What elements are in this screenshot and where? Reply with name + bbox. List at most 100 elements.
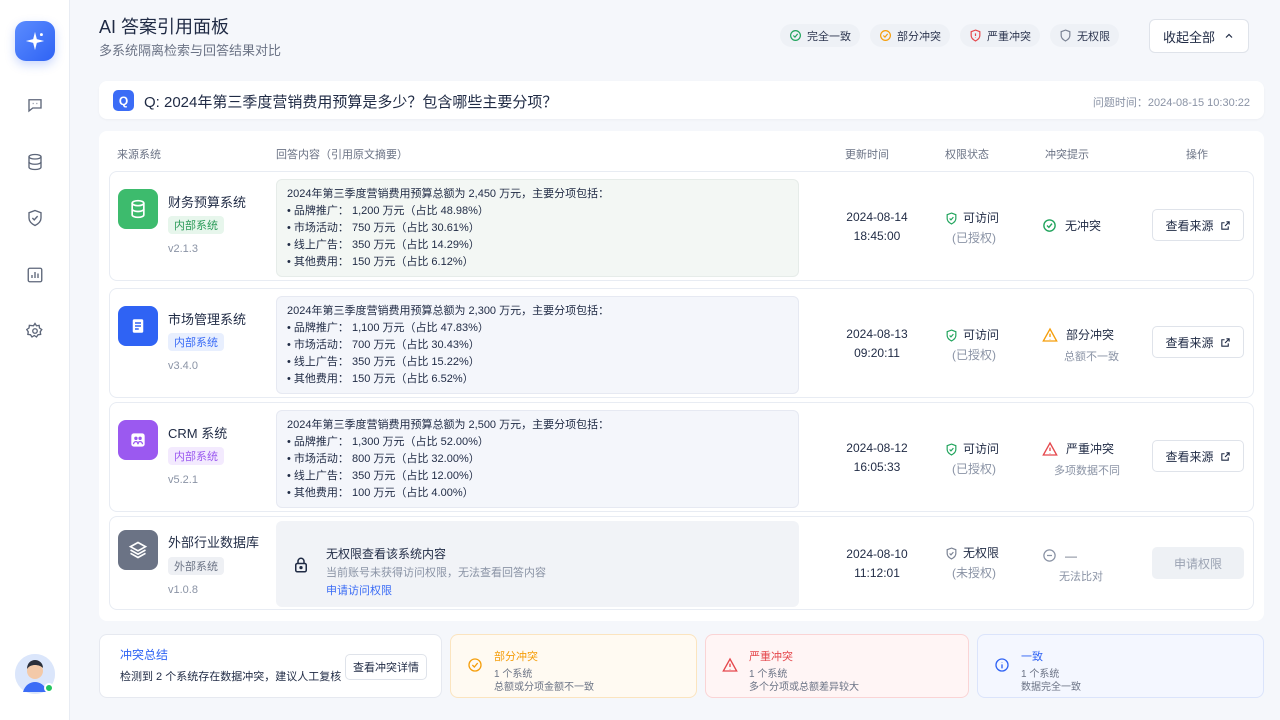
document-icon — [118, 306, 158, 346]
page-title: AI 答案引用面板 — [99, 17, 230, 37]
request-access-link[interactable]: 申请访问权限 — [326, 582, 392, 598]
shield-check-icon — [946, 328, 957, 342]
answer-line: • 线上广告： 350 万元（占比 12.00%） — [287, 470, 480, 482]
update-clock: 09:20:11 — [854, 346, 900, 360]
lock-icon — [292, 556, 310, 579]
stat-card-consistent: 一致 1 个系统 数据完全一致 — [977, 634, 1264, 698]
sidebar — [0, 0, 70, 720]
chart-icon[interactable] — [23, 263, 47, 287]
collapse-all-button[interactable]: 收起全部 — [1149, 19, 1249, 53]
column-header-permission: 权限状态 — [945, 149, 989, 161]
view-source-label: 查看来源 — [1165, 335, 1214, 350]
user-avatar[interactable] — [15, 654, 55, 694]
permission-label: 可访问 — [963, 442, 1000, 456]
stat-title: 严重冲突 — [749, 651, 793, 663]
permission-status: 无权限 (未授权) — [945, 543, 1015, 583]
conflict-sub: 无法比对 — [1059, 571, 1103, 583]
question-bar: Q Q: 2024年第三季度营销费用预算是多少？包含哪些主要分项？ 问题时间：2… — [99, 81, 1264, 119]
check-circle-icon — [790, 30, 801, 41]
permission-label: 可访问 — [963, 328, 1000, 342]
conflict-status: 部分冲突 总额不一致 — [1042, 326, 1152, 364]
answer-line: • 市场活动： 700 万元（占比 30.43%） — [287, 339, 480, 351]
shield-check-icon — [946, 211, 957, 225]
locked-title: 无权限查看该系统内容 — [326, 547, 447, 561]
shield-check-icon — [946, 442, 957, 456]
answer-line: • 其他费用： 100 万元（占比 4.00%） — [287, 487, 474, 499]
system-tag: 内部系统 — [168, 216, 224, 234]
update-date: 2024-08-10 — [846, 547, 908, 561]
system-name: 市场管理系统 — [168, 312, 247, 327]
conflict-summary: 冲突总结 检测到 2 个系统存在数据冲突，建议人工复核 查看冲突详情 — [99, 634, 442, 698]
answer-line: • 品牌推广： 1,200 万元（占比 48.98%） — [287, 205, 489, 217]
view-source-button[interactable]: 查看来源 — [1152, 326, 1244, 358]
table-row: 市场管理系统 内部系统 v3.4.0 2024年第三季度营销费用预算总额为 2,… — [109, 288, 1254, 398]
system-tag: 外部系统 — [168, 557, 224, 575]
summary-title: 冲突总结 — [120, 648, 169, 662]
external-link-icon — [1220, 451, 1230, 461]
answer-line: • 市场活动： 750 万元（占比 30.61%） — [287, 222, 480, 234]
minus-circle-icon — [1043, 549, 1056, 562]
stat-card-partial: 部分冲突 1 个系统 总额或分项金额不一致 — [450, 634, 697, 698]
view-conflict-details-button[interactable]: 查看冲突详情 — [345, 654, 427, 680]
update-time: 2024-08-10 11:12:01 — [810, 545, 944, 583]
answer-line: 2024年第三季度营销费用预算总额为 2,500 万元，主要分项包括： — [287, 419, 610, 431]
stat-desc: 数据完全一致 — [1021, 682, 1081, 693]
external-link-icon — [1220, 220, 1230, 230]
update-date: 2024-08-14 — [846, 210, 908, 224]
table-row: 财务预算系统 内部系统 v2.1.3 2024年第三季度营销费用预算总额为 2,… — [109, 171, 1254, 281]
shield-icon — [1060, 29, 1071, 42]
answer-content: 2024年第三季度营销费用预算总额为 2,300 万元，主要分项包括： • 品牌… — [276, 296, 799, 394]
system-version: v1.0.8 — [168, 584, 198, 596]
conflict-label: 无冲突 — [1065, 219, 1102, 233]
permission-label: 可访问 — [963, 211, 1000, 225]
online-status-dot — [44, 683, 54, 693]
update-clock: 18:45:00 — [853, 229, 901, 243]
system-version: v5.2.1 — [168, 474, 198, 486]
alert-shield-icon — [970, 29, 981, 42]
legend-label: 严重冲突 — [987, 30, 1031, 43]
locked-desc: 当前账号未获得访问权限，无法查看回答内容 — [326, 567, 546, 579]
permission-sub: (已授权) — [952, 231, 996, 245]
system-tag: 内部系统 — [168, 333, 224, 351]
stat-desc: 总额或分项金额不一致 — [494, 682, 594, 693]
column-header-answer: 回答内容（引用原文摘要） — [276, 149, 408, 161]
conflict-label: 部分冲突 — [1066, 328, 1115, 342]
sparkle-logo-icon[interactable] — [15, 21, 55, 61]
legend-consistent: 完全一致 — [780, 24, 860, 47]
shield-check-icon[interactable] — [23, 206, 47, 230]
conflict-sub: 总额不一致 — [1064, 351, 1119, 363]
update-date: 2024-08-13 — [846, 327, 908, 341]
question-text: Q: 2024年第三季度营销费用预算是多少？包含哪些主要分项？ — [144, 94, 558, 111]
permission-sub: (已授权) — [952, 348, 996, 362]
update-time: 2024-08-13 09:20:11 — [810, 325, 944, 363]
stat-title: 部分冲突 — [494, 651, 538, 663]
warning-triangle-icon — [1042, 327, 1058, 342]
answer-content: 2024年第三季度营销费用预算总额为 2,500 万元，主要分项包括： • 品牌… — [276, 410, 799, 508]
request-permission-button[interactable]: 申请权限 — [1152, 547, 1244, 579]
collapse-label: 收起全部 — [1162, 29, 1215, 45]
legend-label: 部分冲突 — [897, 30, 941, 43]
page-subtitle: 多系统隔离检索与回答结果对比 — [99, 43, 282, 58]
database-icon[interactable] — [23, 150, 47, 174]
view-source-button[interactable]: 查看来源 — [1152, 440, 1244, 472]
question-time: 问题时间：2024-08-15 10:30:22 — [1092, 97, 1250, 109]
conflict-label: — — [1065, 548, 1077, 563]
conflict-status: — 无法比对 — [1042, 548, 1152, 584]
info-icon — [994, 657, 1010, 678]
summary-desc: 检测到 2 个系统存在数据冲突，建议人工复核 — [120, 671, 342, 683]
stat-desc: 多个分项或总额差异较大 — [749, 682, 859, 693]
gear-icon[interactable] — [23, 319, 47, 343]
chat-icon[interactable] — [23, 93, 47, 117]
conflict-sub: 多项数据不同 — [1054, 465, 1120, 477]
answers-table: 来源系统 回答内容（引用原文摘要） 更新时间 权限状态 冲突提示 操作 财务预算… — [99, 131, 1264, 621]
answer-line: 2024年第三季度营销费用预算总额为 2,300 万元，主要分项包括： — [287, 305, 610, 317]
warning-circle-icon — [467, 657, 483, 678]
chevron-up-icon — [1225, 33, 1233, 38]
view-source-button[interactable]: 查看来源 — [1152, 209, 1244, 241]
answer-line: • 其他费用： 150 万元（占比 6.12%） — [287, 256, 474, 268]
system-name: 财务预算系统 — [168, 195, 247, 210]
conflict-status: 严重冲突 多项数据不同 — [1042, 440, 1152, 478]
status-legend: 完全一致 部分冲突 严重冲突 无权限 — [780, 24, 1119, 47]
answer-line: • 线上广告： 350 万元（占比 15.22%） — [287, 356, 480, 368]
view-source-label: 查看来源 — [1165, 218, 1214, 233]
